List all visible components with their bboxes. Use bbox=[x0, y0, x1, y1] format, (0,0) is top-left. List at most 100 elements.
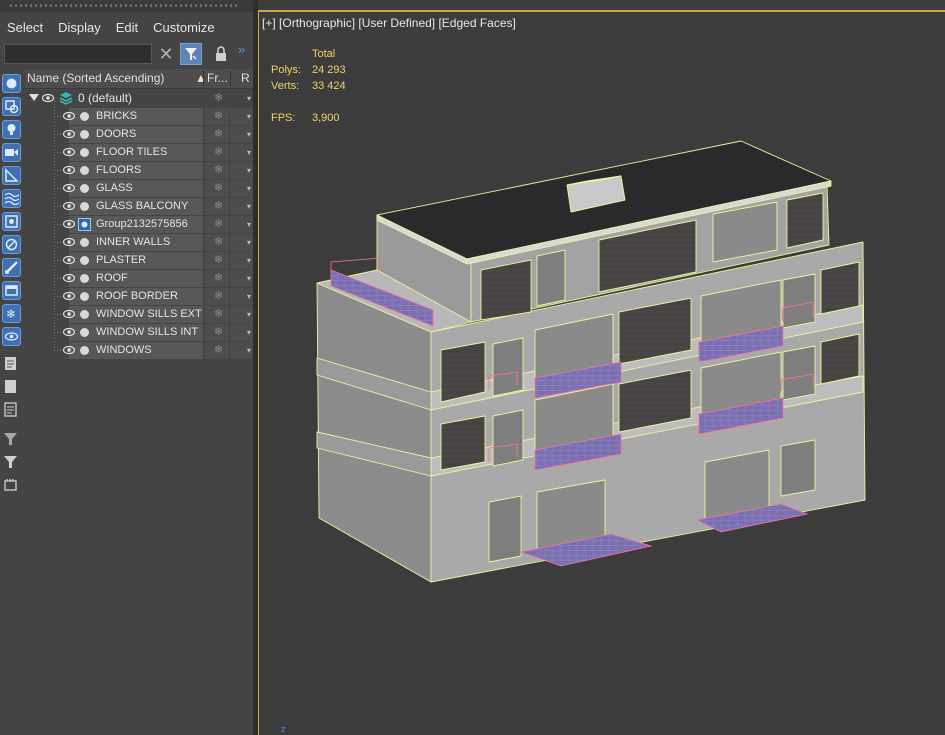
layer-name: WINDOWS bbox=[96, 344, 152, 356]
visibility-eye-icon[interactable] bbox=[63, 345, 75, 355]
render-dropdown-icon[interactable]: ▾ bbox=[247, 216, 251, 233]
object-dot-icon[interactable] bbox=[80, 184, 89, 193]
list-icon[interactable] bbox=[2, 355, 21, 374]
freeze-icon[interactable]: ❄ bbox=[214, 342, 223, 359]
camera-icon[interactable] bbox=[2, 143, 21, 162]
column-header-name[interactable]: Name (Sorted Ascending) bbox=[27, 69, 164, 88]
column-header-frozen[interactable]: Fr... bbox=[207, 69, 228, 88]
filter-toggle-button[interactable] bbox=[180, 43, 202, 65]
visibility-eye-icon[interactable] bbox=[63, 165, 75, 175]
panel-grip[interactable] bbox=[0, 0, 253, 12]
search-input[interactable] bbox=[4, 44, 152, 64]
layer-name: GLASS BALCONY bbox=[96, 200, 189, 212]
visibility-eye-icon[interactable] bbox=[63, 255, 75, 265]
render-dropdown-icon[interactable]: ▾ bbox=[247, 234, 251, 251]
freeze-icon[interactable]: ❄ bbox=[214, 288, 223, 305]
render-dropdown-icon[interactable]: ▾ bbox=[247, 126, 251, 143]
freeze-icon[interactable]: ❄ bbox=[214, 126, 223, 143]
object-dot-icon[interactable] bbox=[80, 112, 89, 121]
overflow-chevron-icon[interactable]: » bbox=[238, 42, 245, 57]
visibility-eye-icon[interactable] bbox=[63, 291, 75, 301]
menu-display[interactable]: Display bbox=[51, 17, 109, 39]
xref-icon[interactable] bbox=[2, 235, 21, 254]
freeze-icon[interactable]: ❄ bbox=[214, 252, 223, 269]
column-header-render[interactable]: R bbox=[241, 69, 250, 88]
visibility-eye-icon[interactable] bbox=[63, 147, 75, 157]
object-dot-icon[interactable] bbox=[80, 256, 89, 265]
spacewarp-icon[interactable] bbox=[2, 189, 21, 208]
render-dropdown-icon[interactable]: ▾ bbox=[247, 270, 251, 287]
visibility-eye-icon[interactable] bbox=[63, 129, 75, 139]
shapes-icon[interactable] bbox=[2, 97, 21, 116]
freeze-icon[interactable]: ❄ bbox=[214, 162, 223, 179]
tree-connector bbox=[54, 206, 62, 207]
freeze-icon[interactable]: ❄ bbox=[214, 198, 223, 215]
visibility-eye-icon[interactable] bbox=[63, 219, 75, 229]
render-dropdown-icon[interactable]: ▾ bbox=[247, 198, 251, 215]
menu-edit[interactable]: Edit bbox=[109, 17, 146, 39]
object-dot-icon[interactable] bbox=[80, 292, 89, 301]
hidden-icon[interactable] bbox=[2, 327, 21, 346]
visibility-eye-icon[interactable] bbox=[63, 201, 75, 211]
freeze-icon[interactable]: ❄ bbox=[214, 306, 223, 323]
render-dropdown-icon[interactable]: ▾ bbox=[247, 180, 251, 197]
freeze-icon[interactable]: ❄ bbox=[214, 180, 223, 197]
container-icon[interactable] bbox=[2, 281, 21, 300]
object-dot-icon[interactable] bbox=[80, 202, 89, 211]
object-dot-icon[interactable] bbox=[80, 148, 89, 157]
group-object-icon bbox=[78, 218, 91, 231]
bone-icon[interactable] bbox=[2, 258, 21, 277]
object-dot-icon[interactable] bbox=[80, 346, 89, 355]
object-dot-icon[interactable] bbox=[80, 310, 89, 319]
viewport-perspective[interactable]: [+] [Orthographic] [User Defined] [Edged… bbox=[258, 10, 945, 735]
object-dot-icon[interactable] bbox=[80, 166, 89, 175]
helper-icon[interactable] bbox=[2, 166, 21, 185]
render-dropdown-icon[interactable]: ▾ bbox=[247, 306, 251, 323]
lock-icon[interactable] bbox=[212, 45, 230, 63]
visibility-eye-icon[interactable] bbox=[63, 237, 75, 247]
clear-search-icon[interactable]: ✕ bbox=[156, 44, 176, 64]
menu-customize[interactable]: Customize bbox=[146, 17, 222, 39]
group-icon[interactable] bbox=[2, 212, 21, 231]
render-dropdown-icon[interactable]: ▾ bbox=[247, 90, 251, 107]
render-dropdown-icon[interactable]: ▾ bbox=[247, 108, 251, 125]
layer-row-root[interactable]: 0 (default) ❄ ▾ bbox=[25, 90, 253, 107]
render-dropdown-icon[interactable]: ▾ bbox=[247, 288, 251, 305]
render-dropdown-icon[interactable]: ▾ bbox=[247, 144, 251, 161]
svg-text:❄: ❄ bbox=[6, 307, 16, 321]
object-dot-icon[interactable] bbox=[80, 274, 89, 283]
collapse-triangle-icon[interactable] bbox=[29, 94, 39, 101]
visibility-eye-icon[interactable] bbox=[63, 327, 75, 337]
layer-list-icon[interactable] bbox=[2, 401, 21, 420]
building-3d-model[interactable] bbox=[259, 12, 945, 735]
object-dot-icon[interactable] bbox=[80, 130, 89, 139]
document-icon[interactable] bbox=[2, 378, 21, 397]
sphere-icon[interactable] bbox=[2, 74, 21, 93]
visibility-eye-icon[interactable] bbox=[63, 309, 75, 319]
frozen-icon[interactable]: ❄ bbox=[2, 304, 21, 323]
light-icon[interactable] bbox=[2, 120, 21, 139]
render-dropdown-icon[interactable]: ▾ bbox=[247, 162, 251, 179]
visibility-eye-icon[interactable] bbox=[63, 183, 75, 193]
filter-icon[interactable] bbox=[2, 453, 21, 472]
freeze-icon[interactable]: ❄ bbox=[214, 324, 223, 341]
object-dot-icon[interactable] bbox=[80, 328, 89, 337]
render-dropdown-icon[interactable]: ▾ bbox=[247, 342, 251, 359]
freeze-icon[interactable]: ❄ bbox=[214, 144, 223, 161]
tree-connector bbox=[54, 152, 62, 153]
visibility-eye-icon[interactable] bbox=[42, 93, 54, 103]
visibility-eye-icon[interactable] bbox=[63, 273, 75, 283]
freeze-icon[interactable]: ❄ bbox=[214, 216, 223, 233]
freeze-icon[interactable]: ❄ bbox=[214, 90, 223, 107]
visibility-eye-icon[interactable] bbox=[63, 111, 75, 121]
freeze-icon[interactable]: ❄ bbox=[214, 108, 223, 125]
render-dropdown-icon[interactable]: ▾ bbox=[247, 324, 251, 341]
layer-name: Group2132575856 bbox=[96, 218, 188, 230]
freeze-icon[interactable]: ❄ bbox=[214, 234, 223, 251]
selection-set-icon[interactable] bbox=[2, 476, 21, 495]
filter-settings-icon[interactable] bbox=[2, 430, 21, 449]
object-dot-icon[interactable] bbox=[80, 238, 89, 247]
freeze-icon[interactable]: ❄ bbox=[214, 270, 223, 287]
menu-select[interactable]: Select bbox=[0, 17, 51, 39]
render-dropdown-icon[interactable]: ▾ bbox=[247, 252, 251, 269]
